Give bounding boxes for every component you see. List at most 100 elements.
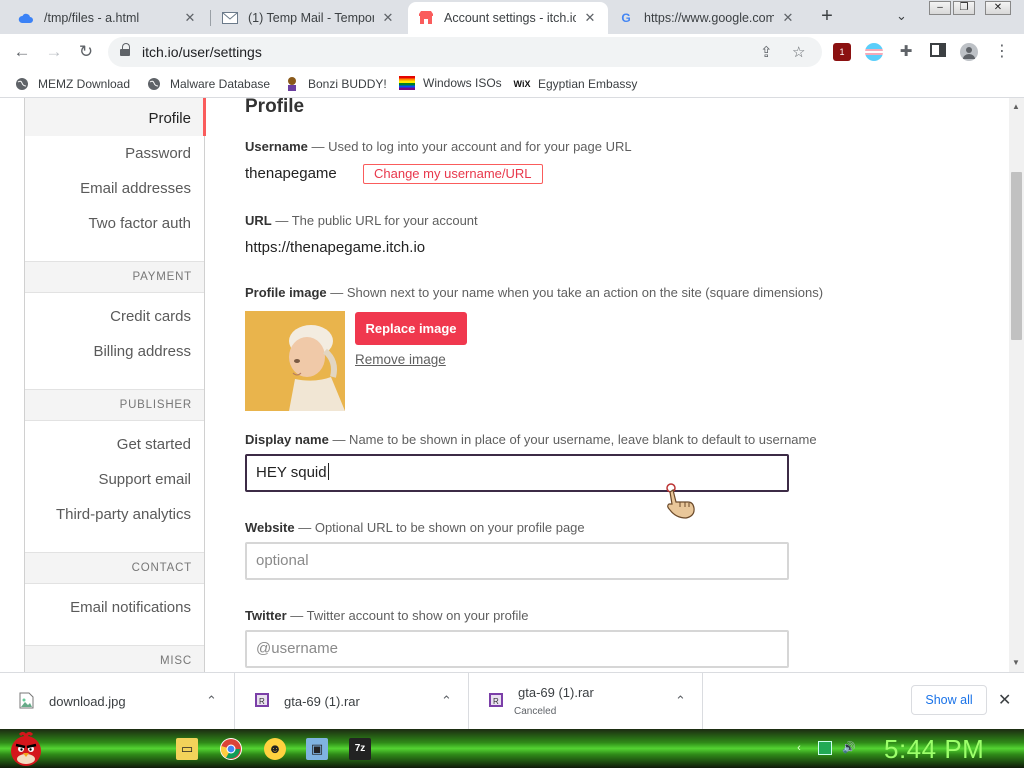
settings-sidebar: Profile Password Email addresses Two fac… [24, 98, 206, 672]
remote-desktop-icon[interactable]: ▣ [306, 738, 328, 760]
image-file-icon [18, 692, 35, 709]
website-label-row: Website — Optional URL to be shown on yo… [245, 520, 585, 535]
back-arrow-icon[interactable]: ← [10, 40, 34, 64]
sidebar-item-get-started[interactable]: Get started [117, 436, 191, 453]
replace-image-button[interactable]: Replace image [355, 312, 467, 345]
download-item[interactable]: download.jpg ⌃ [0, 673, 235, 730]
scroll-down-arrow-icon[interactable]: ▼ [1012, 658, 1020, 667]
tab-account-settings[interactable]: Account settings - itch.io ✕ [408, 2, 608, 34]
forward-arrow-icon[interactable]: → [42, 40, 66, 64]
new-tab-button[interactable]: + [815, 5, 839, 29]
volume-icon[interactable]: 🔊 [842, 741, 856, 755]
bookmark-bonzi-buddy[interactable]: Bonzi BUDDY! [284, 76, 387, 92]
bookmark-malware-database[interactable]: Malware Database [146, 76, 270, 92]
sidebar-item-support-email[interactable]: Support email [98, 471, 191, 488]
close-icon[interactable]: ✕ [582, 10, 598, 26]
url-text[interactable]: itch.io/user/settings [142, 44, 262, 60]
display-name-value: HEY squid [256, 464, 327, 481]
profile-image-thumbnail [245, 311, 345, 411]
chevron-down-icon[interactable]: ⌄ [896, 8, 907, 24]
google-favicon-icon: G [621, 11, 631, 25]
url-label: URL [245, 213, 272, 228]
display-name-input[interactable]: HEY squid [245, 454, 789, 492]
download-status: Canceled [514, 706, 557, 717]
minimize-icon[interactable]: – [929, 1, 951, 15]
share-icon[interactable]: ⇪ [760, 43, 773, 61]
page-scrollbar[interactable]: ▲ ▼ [1009, 98, 1024, 672]
sidebar-header-misc: MISC [25, 645, 204, 672]
angry-bird-start-icon[interactable] [6, 729, 46, 768]
tab-title: Account settings - itch.io [444, 11, 576, 25]
remove-image-link[interactable]: Remove image [355, 352, 446, 367]
close-icon[interactable]: ✕ [780, 10, 796, 26]
bonzi-icon [284, 76, 300, 92]
download-item-canceled[interactable]: R gta-69 (1).rar Canceled ⌃ [469, 673, 703, 730]
bookmark-label: Malware Database [170, 77, 271, 91]
reload-icon[interactable]: ↻ [74, 40, 98, 64]
star-icon[interactable]: ☆ [792, 43, 805, 61]
chevron-up-icon[interactable]: ⌃ [675, 693, 686, 709]
puzzle-piece-icon[interactable]: ✚ [897, 43, 915, 61]
bookmark-windows-isos[interactable]: Windows ISOs [399, 76, 502, 90]
itchio-favicon-icon [418, 10, 434, 26]
sidebar-item-email-addresses[interactable]: Email addresses [80, 180, 191, 197]
show-all-downloads-button[interactable]: Show all [911, 685, 987, 715]
mail-favicon-icon [222, 10, 238, 26]
scroll-up-arrow-icon[interactable]: ▲ [1012, 102, 1020, 111]
close-icon[interactable]: ✕ [182, 10, 198, 26]
smiley-icon[interactable]: ☻ [264, 738, 286, 760]
display-name-label: Display name [245, 432, 329, 447]
sidebar-item-profile[interactable]: Profile [148, 110, 191, 127]
tab-title: (1) Temp Mail - Temporar [248, 11, 374, 25]
side-panel-icon[interactable] [929, 43, 947, 61]
taskbar-clock[interactable]: 5:44 PM [884, 734, 984, 765]
browser-tab-strip: /tmp/files - a.html ✕ (1) Temp Mail - Te… [0, 0, 1024, 34]
browser-toolbar: ← → ↻ itch.io/user/settings ⇪ ☆ 1 ✚ ⋮ [0, 34, 1024, 70]
sidebar-item-credit-cards[interactable]: Credit cards [110, 308, 191, 325]
wix-icon: WiX [513, 79, 531, 89]
tab-files[interactable]: /tmp/files - a.html ✕ [8, 2, 208, 34]
7zip-icon[interactable]: 7z [349, 738, 371, 760]
close-window-icon[interactable]: ✕ [985, 1, 1011, 15]
chevron-up-icon[interactable]: ⌃ [441, 693, 452, 709]
bookmark-label: Egyptian Embassy [538, 77, 638, 91]
tray-expand-icon[interactable]: ‹ [792, 741, 806, 755]
bookmark-label: MEMZ Download [38, 77, 131, 91]
chevron-up-icon[interactable]: ⌃ [206, 693, 217, 709]
bookmark-memz[interactable]: MEMZ Download [14, 76, 130, 92]
rar-file-icon: R [253, 692, 270, 709]
website-input[interactable]: optional [245, 542, 789, 580]
tab-temp-mail[interactable]: (1) Temp Mail - Temporar ✕ [212, 2, 406, 34]
folder-icon[interactable]: ▭ [176, 738, 198, 760]
sidebar-item-password[interactable]: Password [125, 145, 191, 162]
flag-extension-icon[interactable] [865, 43, 883, 61]
sidebar-item-billing-address[interactable]: Billing address [93, 343, 191, 360]
rar-file-icon: R [487, 692, 504, 709]
sidebar-item-email-notifications[interactable]: Email notifications [70, 599, 191, 616]
download-shelf: download.jpg ⌃ R gta-69 (1).rar ⌃ R gta-… [0, 672, 1024, 730]
website-description: — Optional URL to be shown on your profi… [294, 520, 585, 535]
twitter-input[interactable]: @username [245, 630, 789, 668]
bookmark-egyptian-embassy[interactable]: WiX Egyptian Embassy [513, 76, 638, 92]
lock-icon[interactable] [120, 43, 130, 57]
download-item[interactable]: R gta-69 (1).rar ⌃ [235, 673, 469, 730]
change-username-button[interactable]: Change my username/URL [363, 164, 543, 184]
extension-shield-icon[interactable]: 1 [833, 43, 851, 61]
profile-avatar-icon[interactable] [960, 43, 978, 61]
username-description: — Used to log into your account and for … [307, 139, 632, 154]
twitter-label-row: Twitter — Twitter account to show on you… [245, 608, 528, 623]
sidebar-header-contact: CONTACT [25, 552, 204, 584]
close-icon[interactable]: ✕ [380, 10, 396, 26]
globe-icon [14, 76, 30, 92]
network-icon[interactable] [818, 741, 832, 755]
sidebar-header-payment: PAYMENT [25, 261, 204, 293]
maximize-icon[interactable]: ❐ [953, 1, 975, 15]
sidebar-item-two-factor-auth[interactable]: Two factor auth [88, 215, 191, 232]
close-icon[interactable]: ✕ [998, 690, 1011, 710]
kebab-menu-icon[interactable]: ⋮ [993, 43, 1011, 61]
scrollbar-thumb[interactable] [1011, 172, 1022, 340]
address-bar[interactable]: itch.io/user/settings ⇪ ☆ [108, 37, 822, 67]
chrome-icon[interactable] [220, 738, 242, 760]
sidebar-item-third-party-analytics[interactable]: Third-party analytics [56, 506, 191, 523]
tab-google[interactable]: G https://www.google.com/ ✕ [608, 2, 806, 34]
